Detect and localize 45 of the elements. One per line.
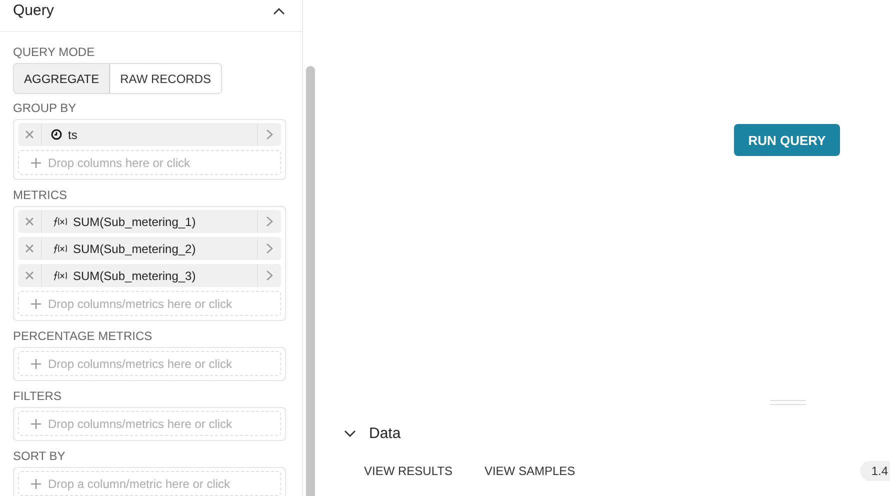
section-label: QUERY MODE	[13, 45, 96, 60]
chevron-right-icon	[266, 270, 273, 282]
placeholder-text: Drop columns/metrics here or click	[48, 296, 232, 311]
placeholder-text: Drop columns here or click	[48, 156, 190, 170]
tab[interactable]: VIEW RESULTS	[354, 460, 462, 482]
section-label: FILTERS	[13, 389, 62, 404]
resize-handle[interactable]	[770, 400, 806, 405]
chevron-right-icon	[266, 216, 273, 228]
placeholder-text: Drop columns/metrics here or click	[48, 416, 232, 431]
close-icon	[25, 244, 34, 254]
tab[interactable]: VIEW SAMPLES	[474, 460, 586, 482]
chip-label: SUM(Sub_metering_2)	[73, 242, 196, 256]
clock-icon	[51, 129, 62, 140]
column-chip[interactable]: SUM(Sub_metering_2)	[18, 237, 281, 260]
close-icon	[25, 130, 34, 140]
plus-icon	[31, 298, 41, 309]
chevron-right-icon	[266, 129, 273, 140]
chip-label: ts	[68, 128, 78, 142]
chip-label: SUM(Sub_metering_3)	[73, 268, 196, 283]
placeholder-text: Drop columns/metrics here or click	[48, 356, 232, 371]
scrollbar-thumb[interactable]	[306, 66, 315, 496]
panel-title: Query	[13, 2, 54, 20]
section-label: GROUP BY	[13, 101, 78, 116]
run-query-button[interactable]: RUN QUERY	[734, 124, 840, 156]
function-icon	[51, 216, 67, 228]
plus-icon	[31, 418, 41, 429]
function-icon	[51, 243, 67, 254]
function-icon	[51, 270, 67, 282]
chevron-right-icon	[266, 243, 273, 254]
plus-icon	[31, 478, 41, 489]
plus-icon	[31, 358, 41, 369]
column-chip[interactable]: ts	[18, 123, 281, 146]
plus-icon	[31, 158, 41, 168]
chip-label: SUM(Sub_metering_1)	[73, 214, 196, 229]
placeholder-text: Drop a column/metric here or click	[48, 476, 230, 491]
section-label: SORT BY	[13, 449, 66, 464]
section-label: METRICS	[13, 188, 68, 202]
section-label: PERCENTAGE METRICS	[13, 329, 154, 344]
column-chip[interactable]: SUM(Sub_metering_3)	[18, 264, 281, 288]
close-icon	[25, 217, 34, 226]
close-icon	[25, 271, 34, 280]
column-chip[interactable]: SUM(Sub_metering_1)	[18, 210, 281, 234]
row-count-badge: 1.4	[860, 461, 890, 481]
section-title: Data	[369, 425, 401, 442]
mode-option[interactable]: AGGREGATE	[14, 64, 110, 94]
